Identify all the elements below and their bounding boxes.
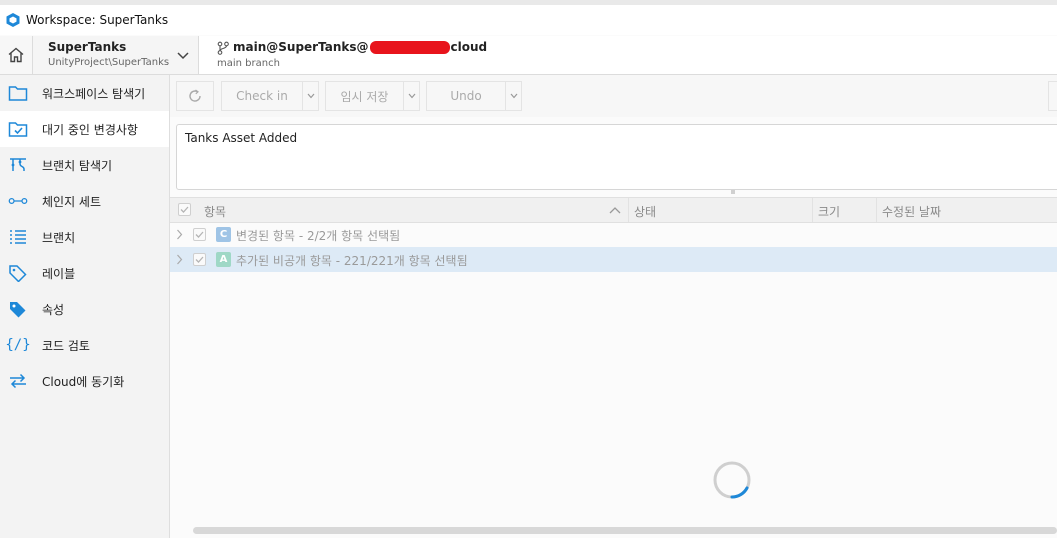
chevron-down-icon: [408, 93, 415, 99]
code-review-icon: {/}: [5, 337, 31, 353]
changeset-icon: [8, 191, 28, 211]
chevron-right-icon[interactable]: [176, 229, 183, 240]
sidebar-item-label: 브랜치 탐색기: [42, 159, 113, 173]
sidebar-item-pending-changes[interactable]: 대기 중인 변경사항: [0, 111, 169, 147]
sidebar-item-label: 체인지 세트: [42, 195, 102, 209]
checkmark-icon: [195, 256, 204, 263]
branch-name: main@SuperTanks@ cloud: [233, 40, 487, 54]
table-header: 항목 상태 크기 수정된 날짜: [170, 197, 1057, 223]
list-icon: [8, 227, 28, 247]
attributes-icon: [8, 299, 28, 319]
home-button[interactable]: [0, 36, 33, 74]
branch-explorer-icon: [8, 155, 28, 175]
sidebar-item-code-review[interactable]: {/} 코드 검토: [0, 327, 169, 363]
redacted-region: [369, 41, 450, 54]
sidebar-item-sync-to-cloud[interactable]: Cloud에 동기화: [0, 363, 169, 399]
workspace-selector[interactable]: SuperTanks UnityProject\SuperTanks: [33, 36, 199, 74]
sidebar-item-label: Cloud에 동기화: [42, 375, 125, 389]
branch-info[interactable]: main@SuperTanks@ cloud main branch: [199, 36, 1057, 74]
sidebar-item-branches[interactable]: 브랜치: [0, 219, 169, 255]
undo-button[interactable]: Undo: [426, 81, 506, 111]
sidebar-item-branch-explorer[interactable]: 브랜치 탐색기: [0, 147, 169, 183]
tag-icon: [8, 263, 28, 283]
table-row-added[interactable]: A 추가된 비공개 항목 - 221/221개 항목 선택됨: [170, 247, 1057, 272]
column-header-size[interactable]: 크기: [818, 203, 840, 220]
refresh-button[interactable]: [176, 81, 214, 111]
sidebar-item-label: 속성: [42, 303, 65, 317]
sidebar-item-labels[interactable]: 레이블: [0, 255, 169, 291]
undo-dropdown[interactable]: [506, 81, 522, 111]
added-badge: A: [216, 252, 231, 267]
column-separator[interactable]: [812, 198, 813, 222]
chevron-right-icon[interactable]: [176, 254, 183, 265]
chevron-down-icon: [307, 93, 314, 99]
comment-text: Tanks Asset Added: [185, 131, 298, 145]
toolbar: Check in 임시 저장 Undo: [170, 75, 1057, 117]
column-header-item[interactable]: 항목: [204, 203, 226, 220]
column-header-status[interactable]: 상태: [634, 203, 656, 220]
resize-handle[interactable]: [731, 190, 735, 194]
table-row-changed[interactable]: C 변경된 항목 - 2/2개 항목 선택됨: [170, 222, 1057, 247]
column-separator[interactable]: [876, 198, 877, 222]
row-label: 추가된 비공개 항목 - 221/221개 항목 선택됨: [236, 254, 468, 268]
home-icon: [8, 47, 24, 63]
select-all-checkbox[interactable]: [178, 203, 191, 216]
sidebar-item-attributes[interactable]: 속성: [0, 291, 169, 327]
branch-icon: [217, 41, 229, 55]
branch-subtitle: main branch: [217, 58, 280, 69]
plastic-app-icon: [6, 13, 20, 27]
row-checkbox[interactable]: [193, 228, 206, 241]
row-checkbox[interactable]: [193, 253, 206, 266]
workspace-name: SuperTanks: [48, 40, 127, 54]
row-label: 변경된 항목 - 2/2개 항목 선택됨: [236, 229, 401, 243]
shelve-dropdown[interactable]: [404, 81, 420, 111]
checkin-dropdown[interactable]: [303, 81, 319, 111]
sort-ascending-icon[interactable]: [609, 206, 621, 214]
sync-icon: [8, 371, 28, 391]
chevron-down-icon: [510, 93, 517, 99]
branch-name-prefix: main@SuperTanks@: [233, 40, 369, 54]
more-options-button[interactable]: [1048, 81, 1057, 111]
column-header-modified-date[interactable]: 수정된 날짜: [882, 203, 941, 220]
sidebar-item-changesets[interactable]: 체인지 세트: [0, 183, 169, 219]
horizontal-scrollbar[interactable]: [193, 527, 1057, 534]
sidebar-item-label: 대기 중인 변경사항: [42, 123, 138, 137]
workspace-path: UnityProject\SuperTanks: [48, 57, 170, 68]
sidebar-item-label: 워크스페이스 탐색기: [42, 87, 146, 101]
checkin-comment-field[interactable]: Tanks Asset Added: [176, 124, 1057, 190]
changed-badge: C: [216, 227, 231, 242]
loading-spinner-icon: [713, 461, 751, 499]
folder-icon: [8, 83, 28, 103]
title-bar: Workspace: SuperTanks: [0, 5, 1057, 35]
shelve-button[interactable]: 임시 저장: [325, 81, 404, 111]
chevron-down-icon: [177, 52, 189, 60]
sidebar-item-label: 브랜치: [42, 231, 76, 245]
refresh-icon: [189, 89, 201, 102]
sidebar-item-label: 코드 검토: [42, 339, 90, 353]
sidebar-item-label: 레이블: [42, 267, 76, 281]
branch-name-suffix: cloud: [450, 40, 488, 54]
pending-changes-icon: [8, 119, 28, 139]
sidebar: 워크스페이스 탐색기 대기 중인 변경사항 브랜치 탐색기 체인지 세트 브랜치…: [0, 75, 170, 538]
checkin-button[interactable]: Check in: [221, 81, 303, 111]
checkmark-icon: [180, 206, 189, 213]
window-title: Workspace: SuperTanks: [26, 13, 169, 27]
checkmark-icon: [195, 231, 204, 238]
sidebar-item-workspace-explorer[interactable]: 워크스페이스 탐색기: [0, 75, 169, 111]
column-separator[interactable]: [628, 198, 629, 222]
